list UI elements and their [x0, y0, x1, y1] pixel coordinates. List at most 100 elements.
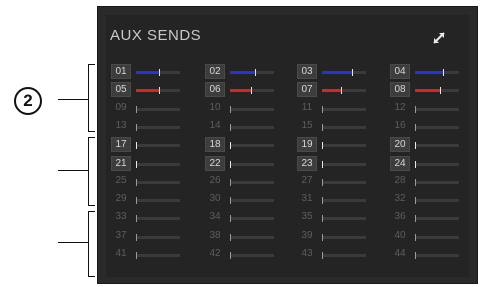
aux-send-02[interactable]: 02: [205, 64, 277, 80]
send-level-fill: [136, 89, 161, 92]
send-level-fader[interactable]: [415, 197, 459, 204]
aux-send-01[interactable]: 01: [111, 64, 183, 80]
aux-send-20[interactable]: 20: [390, 137, 462, 153]
aux-send-39[interactable]: 39: [297, 229, 369, 245]
aux-send-15[interactable]: 15: [297, 119, 369, 135]
send-level-fader[interactable]: [230, 234, 274, 241]
send-level-fader[interactable]: [415, 252, 459, 259]
send-level-fader[interactable]: [230, 106, 274, 113]
channel-label: 39: [301, 230, 313, 241]
aux-send-41[interactable]: 41: [111, 247, 183, 263]
aux-send-24[interactable]: 24: [390, 156, 462, 172]
send-level-fader[interactable]: [230, 161, 274, 168]
aux-send-18[interactable]: 18: [205, 137, 277, 153]
aux-send-06[interactable]: 06: [205, 82, 277, 98]
send-level-fader[interactable]: [415, 106, 459, 113]
expand-arrows-icon[interactable]: [431, 30, 447, 46]
aux-send-43[interactable]: 43: [297, 247, 369, 263]
send-level-fader[interactable]: [415, 142, 459, 149]
aux-send-30[interactable]: 30: [205, 192, 277, 208]
send-level-fader[interactable]: [322, 87, 366, 94]
send-level-fader[interactable]: [322, 215, 366, 222]
send-level-marker: [415, 142, 416, 149]
send-level-fader[interactable]: [136, 234, 180, 241]
aux-send-12[interactable]: 12: [390, 101, 462, 117]
aux-send-09[interactable]: 09: [111, 101, 183, 117]
aux-send-35[interactable]: 35: [297, 210, 369, 226]
aux-send-23[interactable]: 23: [297, 156, 369, 172]
aux-send-21[interactable]: 21: [111, 156, 183, 172]
aux-send-16[interactable]: 16: [390, 119, 462, 135]
send-level-fader[interactable]: [322, 252, 366, 259]
aux-send-40[interactable]: 40: [390, 229, 462, 245]
send-level-fader[interactable]: [230, 69, 274, 76]
aux-send-34[interactable]: 34: [205, 210, 277, 226]
aux-send-19[interactable]: 19: [297, 137, 369, 153]
send-level-fader[interactable]: [322, 69, 366, 76]
send-level-fader[interactable]: [230, 215, 274, 222]
aux-send-32[interactable]: 32: [390, 192, 462, 208]
send-level-fader[interactable]: [136, 252, 180, 259]
aux-send-14[interactable]: 14: [205, 119, 277, 135]
aux-send-13[interactable]: 13: [111, 119, 183, 135]
aux-send-33[interactable]: 33: [111, 210, 183, 226]
aux-send-03[interactable]: 03: [297, 64, 369, 80]
aux-send-04[interactable]: 04: [390, 64, 462, 80]
send-level-fader[interactable]: [136, 179, 180, 186]
send-level-fader[interactable]: [136, 161, 180, 168]
send-level-fader[interactable]: [136, 124, 180, 131]
channel-label: 22: [205, 156, 225, 171]
send-level-marker: [230, 197, 231, 204]
send-level-marker: [159, 87, 161, 94]
send-level-fader[interactable]: [230, 124, 274, 131]
send-level-fader[interactable]: [322, 234, 366, 241]
aux-send-27[interactable]: 27: [297, 174, 369, 190]
send-level-fader[interactable]: [322, 197, 366, 204]
send-level-marker: [351, 69, 353, 76]
send-level-fader[interactable]: [230, 87, 274, 94]
send-level-marker: [136, 197, 137, 204]
send-level-marker: [415, 124, 416, 131]
send-level-fader[interactable]: [230, 179, 274, 186]
aux-send-11[interactable]: 11: [297, 101, 369, 117]
aux-send-28[interactable]: 28: [390, 174, 462, 190]
send-level-fader[interactable]: [322, 179, 366, 186]
send-level-fader[interactable]: [415, 69, 459, 76]
aux-send-38[interactable]: 38: [205, 229, 277, 245]
send-level-fader[interactable]: [415, 234, 459, 241]
send-level-fader[interactable]: [136, 215, 180, 222]
send-level-fader[interactable]: [136, 69, 180, 76]
aux-send-36[interactable]: 36: [390, 210, 462, 226]
aux-send-05[interactable]: 05: [111, 82, 183, 98]
aux-send-07[interactable]: 07: [297, 82, 369, 98]
send-level-fader[interactable]: [415, 179, 459, 186]
send-level-fader[interactable]: [322, 142, 366, 149]
send-level-fader[interactable]: [415, 87, 459, 94]
send-level-fader[interactable]: [136, 197, 180, 204]
aux-send-31[interactable]: 31: [297, 192, 369, 208]
send-level-fader[interactable]: [322, 106, 366, 113]
aux-send-42[interactable]: 42: [205, 247, 277, 263]
aux-send-10[interactable]: 10: [205, 101, 277, 117]
send-level-fader[interactable]: [136, 106, 180, 113]
send-level-marker: [230, 234, 231, 241]
send-level-fader[interactable]: [230, 252, 274, 259]
send-level-fader[interactable]: [415, 161, 459, 168]
aux-send-44[interactable]: 44: [390, 247, 462, 263]
aux-send-37[interactable]: 37: [111, 229, 183, 245]
send-level-fader[interactable]: [322, 124, 366, 131]
send-level-fader[interactable]: [415, 124, 459, 131]
aux-send-25[interactable]: 25: [111, 174, 183, 190]
aux-send-29[interactable]: 29: [111, 192, 183, 208]
send-level-fader[interactable]: [322, 161, 366, 168]
send-level-fader[interactable]: [136, 142, 180, 149]
send-level-fader[interactable]: [230, 197, 274, 204]
aux-send-17[interactable]: 17: [111, 137, 183, 153]
aux-send-26[interactable]: 26: [205, 174, 277, 190]
send-level-fader[interactable]: [230, 142, 274, 149]
channel-label: 04: [390, 64, 410, 79]
send-level-fader[interactable]: [415, 215, 459, 222]
aux-send-22[interactable]: 22: [205, 156, 277, 172]
send-level-fader[interactable]: [136, 87, 180, 94]
aux-send-08[interactable]: 08: [390, 82, 462, 98]
